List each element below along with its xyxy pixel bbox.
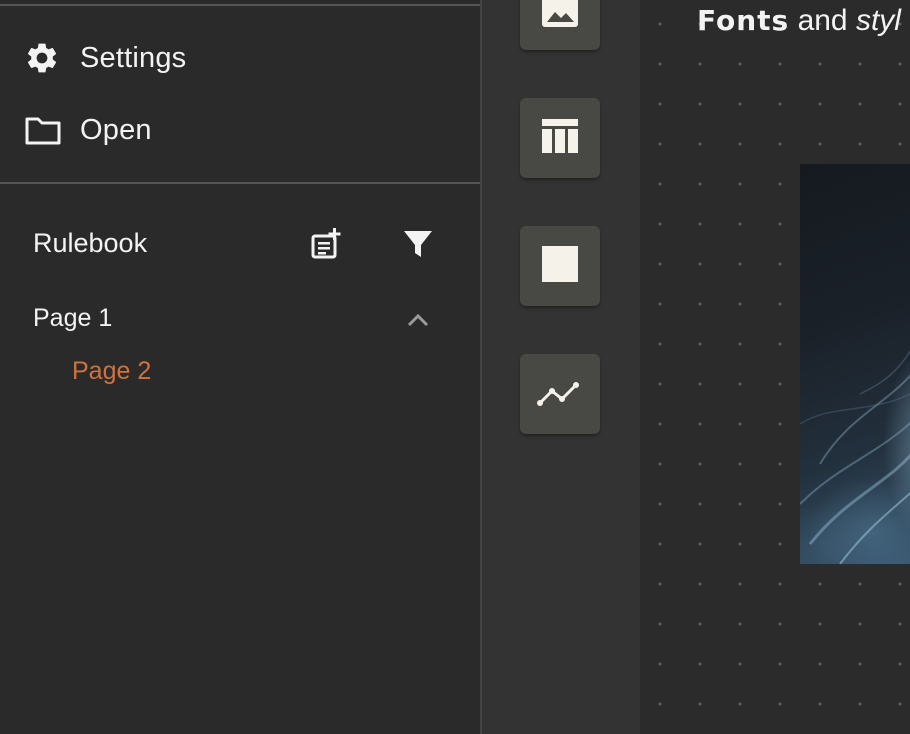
open-menu-item[interactable]: Open — [24, 108, 324, 152]
settings-label: Settings — [80, 41, 187, 74]
design-canvas[interactable]: Fonts and styl — [640, 0, 910, 734]
line-chart-tool-button[interactable] — [520, 354, 600, 434]
image-icon — [540, 0, 580, 40]
canvas-text-element[interactable]: Fonts and styl — [697, 4, 901, 38]
tree-item-page-1[interactable]: Page 1 — [33, 304, 112, 333]
line-chart-icon — [536, 372, 584, 417]
collapse-button[interactable] — [400, 306, 436, 338]
tree-item-page-2[interactable]: Page 2 — [72, 357, 151, 386]
table-tool-button[interactable] — [520, 98, 600, 178]
divider — [0, 4, 480, 6]
note-add-icon — [308, 226, 344, 267]
settings-menu-item[interactable]: Settings — [24, 36, 324, 80]
gear-icon — [24, 40, 64, 76]
rulebook-title: Rulebook — [33, 228, 148, 258]
tool-panel — [482, 0, 640, 734]
folder-icon — [24, 112, 64, 148]
heading-italic-word: styl — [855, 4, 901, 37]
filter-icon — [402, 228, 434, 265]
filter-button[interactable] — [396, 224, 440, 268]
chevron-up-icon — [406, 312, 430, 333]
sidebar: Settings Open Rulebook Page 1 Page 2 — [0, 0, 480, 734]
heading-and-word: and — [797, 4, 848, 37]
divider — [0, 182, 480, 184]
table-icon — [540, 116, 580, 161]
heading-display-word: Fonts — [697, 4, 790, 37]
image-tool-button[interactable] — [520, 0, 600, 50]
add-page-button[interactable] — [304, 224, 348, 268]
open-label: Open — [80, 113, 152, 146]
rectangle-tool-button[interactable] — [520, 226, 600, 306]
app-root: Settings Open Rulebook Page 1 Page 2 Fon… — [0, 0, 910, 734]
rectangle-icon — [540, 244, 580, 289]
canvas-image-element[interactable] — [800, 164, 910, 564]
